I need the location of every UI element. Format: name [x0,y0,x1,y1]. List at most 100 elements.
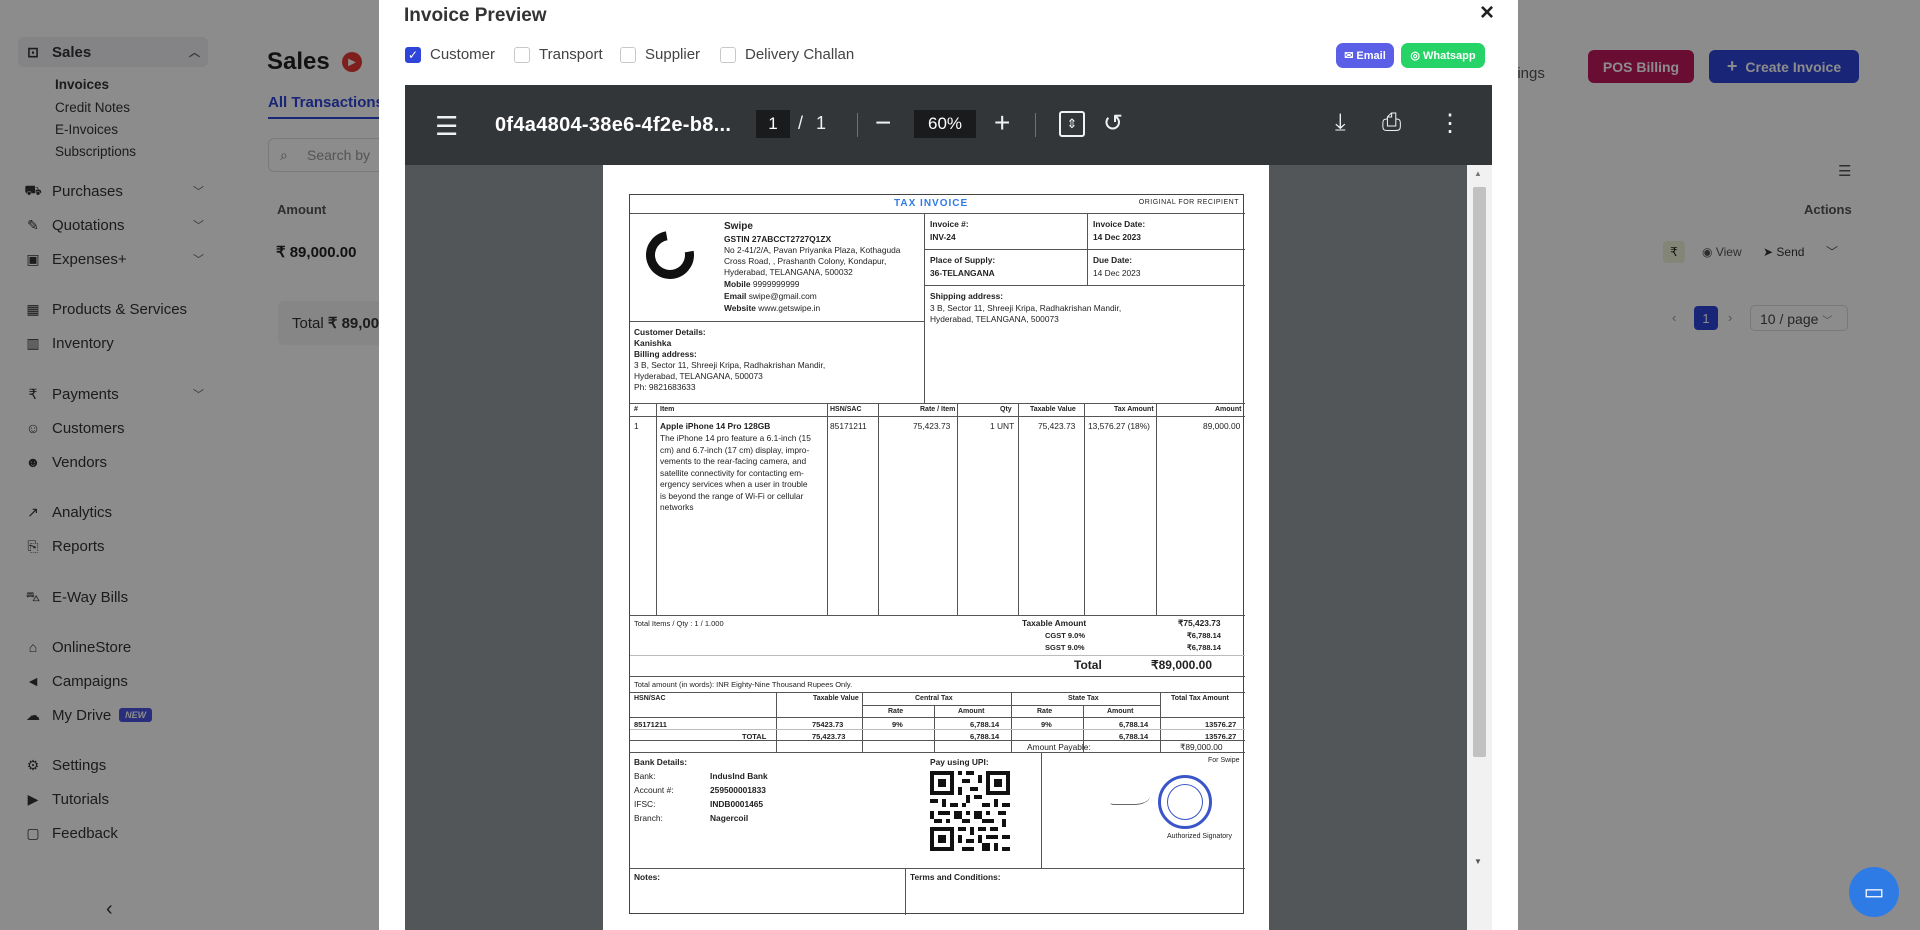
branch-name: Nagercoil [710,813,749,823]
download-icon[interactable]: ⤓ [1335,109,1346,137]
pdf-viewer: ☰ 0f4a4804-38e6-4f2e-b8... 1 / 1 − 60% +… [405,85,1492,930]
cgst-label: CGST 9.0% [1045,631,1086,640]
billing-address-2: Hyderabad, TELANGANA, 500073 [634,371,763,381]
company-name: Swipe [724,221,753,232]
divider [1018,403,1019,615]
tax-row-taxable: 75423.73 [812,720,844,729]
tax-sub-amount: Amount [958,708,985,715]
item-hsn: 85171211 [830,421,867,431]
cgst-value: ₹6,788.14 [1187,631,1221,640]
print-icon[interactable]: ⎙ [1382,109,1401,137]
for-company: For Swipe [1208,757,1240,764]
page-number-input[interactable]: 1 [756,110,790,138]
shipping-address-1: 3 B, Sector 11, Shreeji Kripa, Radhakris… [930,303,1122,313]
invoice-heading: TAX INVOICE [894,198,969,209]
tax-row-c-rate: 9% [892,720,903,729]
tax-row-total: 13576.27 [1205,720,1237,729]
fit-page-icon[interactable]: ⇕ [1059,111,1085,137]
item-qty: 1 UNT [990,421,1015,431]
whatsapp-button[interactable]: ◎ Whatsapp [1401,43,1485,68]
upi-label: Pay using UPI: [930,757,989,767]
tax-total-central: 6,788.14 [970,732,1000,741]
tax-head-state: State Tax [1068,695,1099,702]
modal-title: Invoice Preview [404,5,547,26]
customer-details-label: Customer Details: [634,327,706,337]
transport-checkbox[interactable]: Transport [514,46,603,63]
item-rate: 75,423.73 [913,421,951,431]
due-date: 14 Dec 2023 [1093,268,1141,278]
customer-phone: Ph: 9821683633 [634,382,696,392]
zoom-in-icon[interactable]: + [994,107,1010,139]
tax-total-taxable: 75,423.73 [812,732,846,741]
scrollbar-thumb[interactable] [1473,187,1486,757]
divider [630,717,1245,718]
pdf-scrollbar[interactable]: ▲ ▼ [1467,165,1492,930]
divider [630,868,1245,869]
branch-label: Branch: [634,813,663,823]
divider [924,285,1245,286]
taxable-amount-label: Taxable Amount [1022,618,1087,628]
divider [1156,403,1157,615]
tax-head-total: Total Tax Amount [1171,695,1229,702]
divider [630,740,1245,741]
supplier-checkbox[interactable]: Supplier [620,46,700,63]
chat-icon[interactable]: ▭ [1849,867,1899,917]
menu-icon[interactable]: ☰ [435,111,458,142]
scroll-down-icon[interactable]: ▼ [1474,857,1482,866]
col-no: # [634,406,638,413]
sgst-value: ₹6,788.14 [1187,643,1221,652]
divider [630,416,1245,417]
bank-name: IndusInd Bank [710,771,768,781]
tax-head-taxable: Taxable Value [813,695,859,702]
sgst-label: SGST 9.0% [1045,643,1085,652]
divider [1160,692,1161,752]
col-qty: Qty [1000,406,1012,413]
tax-row-s-amount: 6,788.14 [1119,720,1149,729]
ifsc-label: IFSC: [634,799,656,809]
company-email: Email swipe@gmail.com [724,291,817,301]
divider [630,213,1245,214]
divider [862,692,863,752]
divider [630,676,1245,677]
account-number: 259500001833 [710,785,766,795]
tax-head-hsn: HSN/SAC [634,695,666,702]
close-icon[interactable]: × [1480,0,1494,27]
account-label: Account #: [634,785,674,795]
tax-sub-rate: Rate [888,708,904,715]
item-amount: 89,000.00 [1203,421,1241,431]
invoice-copy-label: ORIGINAL FOR RECIPIENT [1138,199,1239,206]
taxable-amount-value: ₹75,423.73 [1178,618,1221,628]
upi-qr-code [930,771,1010,851]
mail-icon: ✉ [1344,50,1354,62]
place-of-supply-label: Place of Supply: [930,255,996,265]
invoice-number-label: Invoice #: [930,219,969,229]
divider [1011,692,1012,752]
customer-checkbox[interactable]: ✓ Customer [405,46,495,63]
total-pages: 1 [816,113,827,133]
company-stamp-inner [1167,784,1203,820]
divider [630,729,1245,730]
email-button[interactable]: ✉ Email [1336,43,1394,68]
total-value: ₹89,000.00 [1151,658,1213,672]
zoom-level-input[interactable]: 60% [914,110,976,138]
company-address-3: Hyderabad, TELANGANA, 500032 [724,267,853,277]
tax-row-c-amount: 6,788.14 [970,720,1000,729]
company-address-2: Cross Road, , Prashanth Colony, Kondapur… [724,256,887,266]
total-label: Total [1074,658,1102,672]
divider [878,403,879,615]
tax-total-amount: 13576.27 [1205,732,1237,741]
delivery-challan-checkbox[interactable]: Delivery Challan [720,46,854,63]
tax-row-s-rate: 9% [1041,720,1052,729]
more-options-icon[interactable]: ⋮ [1438,109,1462,138]
divider [1041,752,1042,868]
tax-row-hsn: 85171211 [634,720,667,729]
divider [827,403,828,615]
scroll-up-icon[interactable]: ▲ [1474,169,1482,178]
authorized-signatory: Authorized Signatory [1167,833,1232,840]
company-gstin: GSTIN 27ABCCT2727Q1ZX [724,234,832,244]
zoom-out-icon[interactable]: − [875,107,891,139]
item-description: The iPhone 14 pro feature a 6.1-inch (15… [660,433,811,512]
company-website: Website www.getswipe.in [724,303,821,313]
rotate-icon[interactable]: ↺ [1103,109,1123,138]
divider [1084,403,1085,615]
